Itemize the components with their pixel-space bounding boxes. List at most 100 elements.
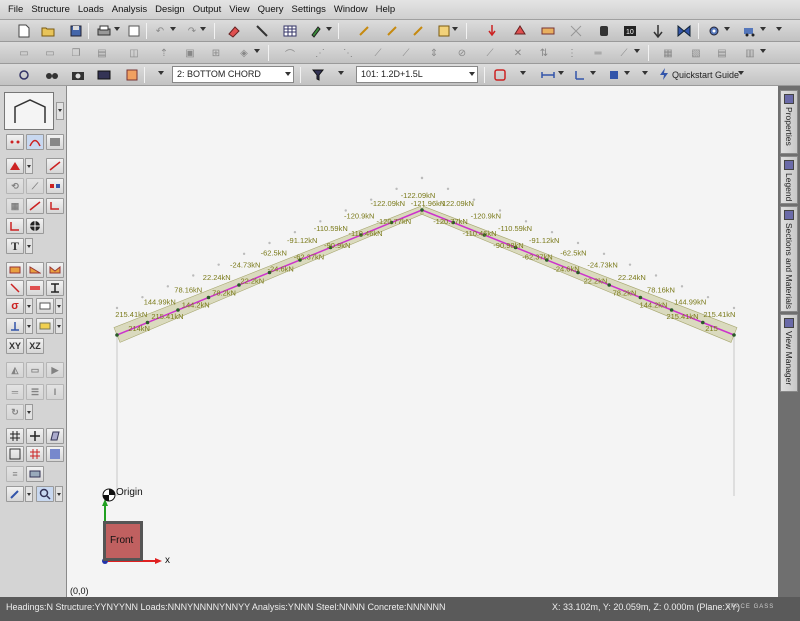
stress-tool-icon[interactable] — [36, 298, 54, 314]
edit-tool-icon[interactable]: ⟋ — [616, 45, 632, 61]
pick-icon[interactable] — [254, 23, 270, 39]
group-dropdown-icon[interactable] — [158, 71, 164, 75]
menu-help[interactable]: Help — [372, 4, 400, 15]
crosshair-icon[interactable] — [26, 428, 44, 444]
edit-tool-icon[interactable]: ▭ — [16, 45, 32, 61]
binoculars-icon[interactable] — [44, 67, 60, 83]
offset-icon[interactable]: ⟲ — [6, 178, 24, 194]
truck-dropdown-icon[interactable] — [760, 27, 766, 31]
member-icon[interactable] — [26, 134, 44, 150]
view-color-icon[interactable] — [124, 67, 140, 83]
text-tool-dropdown-icon[interactable] — [25, 238, 33, 254]
stop-icon[interactable] — [492, 67, 508, 83]
menu-view[interactable]: View — [225, 4, 253, 15]
dropdown-icon[interactable] — [642, 71, 648, 75]
toolbar-overflow-icon[interactable] — [776, 27, 782, 31]
member-load-icon[interactable] — [540, 23, 556, 39]
menu-file[interactable]: File — [4, 4, 27, 15]
report-dropdown-icon[interactable] — [452, 27, 458, 31]
play-icon[interactable]: ▶ — [46, 362, 64, 378]
solid-icon[interactable] — [46, 446, 64, 462]
edit-tool-icon[interactable]: ⟋ — [398, 45, 414, 61]
undo-icon[interactable]: ↶ — [152, 23, 168, 39]
edit-tool-icon[interactable]: ▥ — [742, 45, 758, 61]
scale-icon[interactable]: ═ — [6, 384, 24, 400]
quickstart-dropdown-icon[interactable] — [738, 71, 744, 75]
xz-plane-button[interactable]: XZ — [26, 338, 44, 354]
moment-load-icon[interactable] — [26, 280, 44, 296]
pointer-tool-icon[interactable] — [46, 198, 64, 214]
restraint-icon[interactable] — [6, 318, 24, 334]
edit-tool-icon[interactable]: ⟋ — [482, 45, 498, 61]
message-icon[interactable] — [36, 318, 54, 334]
layer-icon[interactable] — [26, 466, 44, 482]
save-icon[interactable] — [68, 23, 84, 39]
settings-gear-icon[interactable] — [706, 23, 722, 39]
menu-design[interactable]: Design — [151, 4, 189, 15]
snap-icon[interactable] — [16, 67, 32, 83]
paint-dropdown-icon[interactable] — [326, 27, 332, 31]
new-file-icon[interactable] — [16, 23, 32, 39]
support-icon[interactable] — [512, 23, 528, 39]
edit-tool-icon[interactable]: ✕ — [510, 45, 526, 61]
tab-sections-materials[interactable]: Sections and Materials — [780, 206, 798, 312]
redo-icon[interactable]: ↷ — [184, 23, 200, 39]
settings-dropdown-icon[interactable] — [724, 27, 730, 31]
filter-icon[interactable] — [310, 67, 326, 83]
edit-dropdown-icon[interactable] — [760, 49, 766, 53]
grid-snap-icon[interactable] — [6, 428, 24, 444]
animation-icon[interactable]: ▭ — [26, 362, 44, 378]
angle-tool-icon[interactable] — [6, 218, 24, 234]
frame-icon[interactable] — [6, 446, 24, 462]
edit-tool-icon[interactable]: ▧ — [688, 45, 704, 61]
edit-tool-icon[interactable]: ▭ — [42, 45, 58, 61]
spin-icon[interactable]: ↻ — [6, 404, 24, 420]
edit-dropdown-icon[interactable] — [634, 49, 640, 53]
print-icon[interactable] — [96, 23, 112, 39]
wizard-icon-3[interactable] — [410, 23, 426, 39]
edit-tool-icon[interactable]: ⊞ — [208, 45, 224, 61]
edit-tool-icon[interactable]: ▤ — [714, 45, 730, 61]
walk-icon[interactable] — [650, 23, 666, 39]
edit-tool-icon[interactable]: ⊘ — [454, 45, 470, 61]
redo-dropdown-icon[interactable] — [200, 27, 206, 31]
paint-icon[interactable] — [308, 23, 324, 39]
model-viewport[interactable]: 215.41kN 144.99kN 78.16kN 22.24kN -24.73kN -6… — [67, 86, 778, 597]
scale-icon[interactable]: ☰ — [26, 384, 44, 400]
dimension-dropdown-icon[interactable] — [558, 71, 564, 75]
zoom-icon[interactable] — [36, 486, 54, 502]
edit-tool-icon[interactable]: ⋱ — [340, 45, 356, 61]
message-dropdown-icon[interactable] — [55, 318, 63, 334]
edit-tool-icon[interactable]: ⇅ — [536, 45, 552, 61]
edit-tool-icon[interactable]: ◫ — [126, 45, 142, 61]
wizard-icon-2[interactable] — [384, 23, 400, 39]
plate-icon[interactable] — [46, 134, 64, 150]
restraint-dropdown-icon[interactable] — [25, 318, 33, 334]
load-case-select[interactable]: 101: 1.2D+1.5L — [356, 66, 478, 83]
support-icon[interactable] — [6, 158, 24, 174]
eraser-icon[interactable] — [226, 23, 242, 39]
axes-icon[interactable] — [572, 67, 588, 83]
menu-settings[interactable]: Settings — [288, 4, 330, 15]
view-cube[interactable]: Front — [103, 521, 143, 561]
iso-view-icon[interactable] — [46, 428, 64, 444]
rotate-dropdown-icon[interactable] — [254, 49, 260, 53]
print-dropdown-icon[interactable] — [114, 27, 120, 31]
move-icon[interactable]: ⇡ — [156, 45, 172, 61]
tab-view-manager[interactable]: View Manager — [780, 314, 798, 392]
copy-icon[interactable]: ❐ — [68, 45, 84, 61]
truck-icon[interactable] — [742, 23, 758, 39]
sigma-dropdown-icon[interactable] — [25, 298, 33, 314]
self-weight-icon[interactable] — [596, 23, 612, 39]
dimension-icon[interactable] — [540, 67, 556, 83]
line-tool-icon[interactable] — [26, 198, 44, 214]
trapezoid-load-icon[interactable] — [46, 262, 64, 278]
grid-icon[interactable]: ▦ — [6, 198, 24, 214]
distributed-load-icon[interactable] — [6, 262, 24, 278]
open-folder-icon[interactable] — [40, 23, 56, 39]
release-icon[interactable] — [46, 158, 64, 174]
group-select[interactable]: 2: BOTTOM CHORD — [172, 66, 294, 83]
tab-properties[interactable]: Properties — [780, 90, 798, 154]
spreadsheet-icon[interactable] — [282, 23, 298, 39]
triangle-load-icon[interactable] — [26, 262, 44, 278]
